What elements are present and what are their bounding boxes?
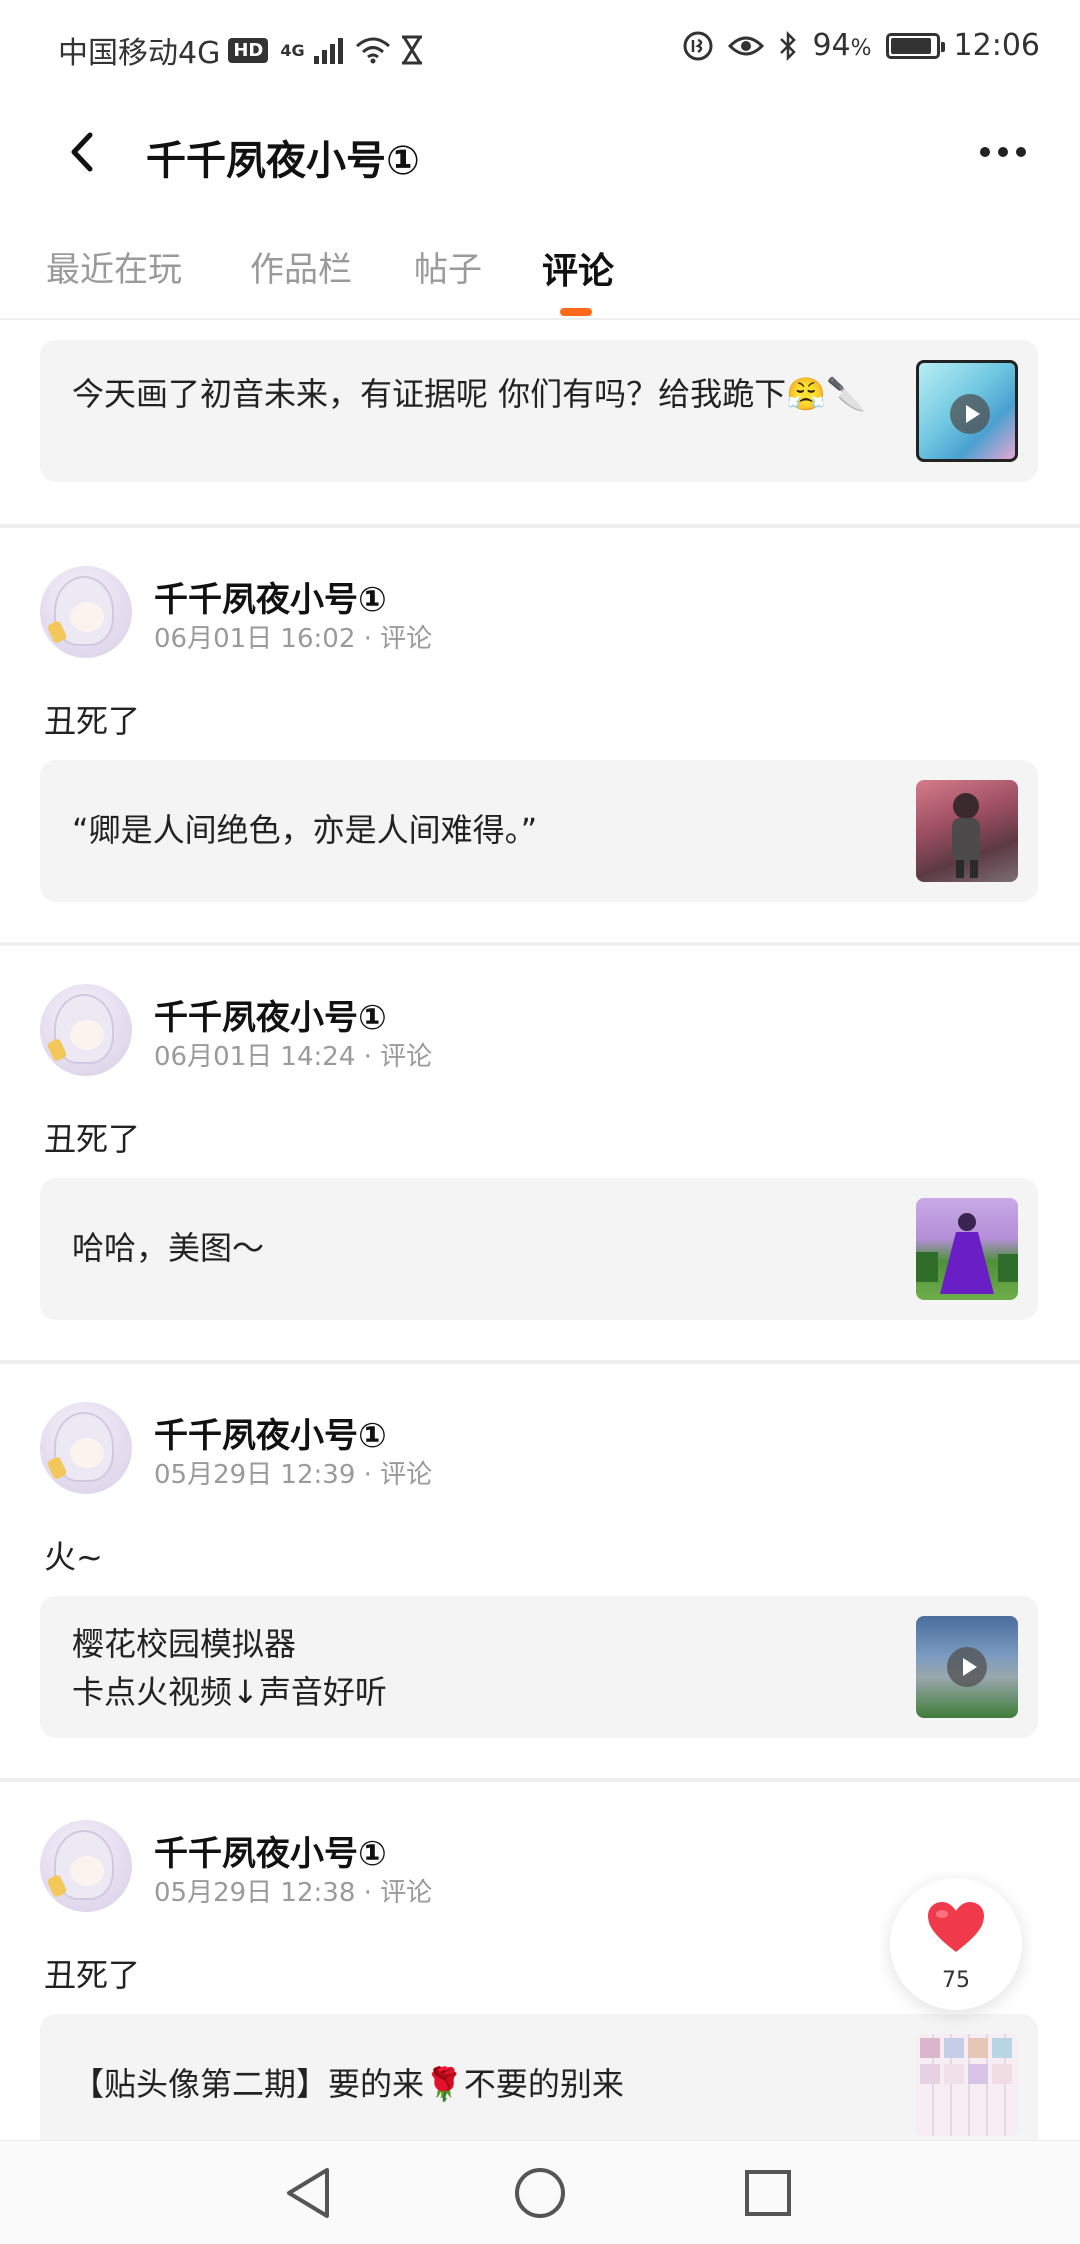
avatar[interactable] <box>40 566 132 658</box>
avatar[interactable] <box>40 1402 132 1494</box>
author-name[interactable]: 千千夙夜小号① <box>154 572 387 621</box>
quoted-post-line: 卡点火视频↓声音好听 <box>72 1673 387 1711</box>
page-title: 千千夙夜小号① <box>146 138 420 184</box>
square-recents-icon <box>745 2170 791 2216</box>
triangle-back-icon <box>287 2168 329 2218</box>
comment-feed: 今天画了初音未来，有证据呢 你们有吗？给我跪下😤🔪 千千夙夜小号① 06月01日… <box>0 320 1080 2140</box>
video-thumbnail[interactable] <box>916 1616 1018 1718</box>
divider <box>0 1778 1080 1782</box>
status-bar-left: 中国移动4G HD 4G <box>58 28 425 72</box>
video-thumbnail[interactable] <box>916 360 1018 462</box>
comment-text: 丑死了 <box>44 1956 141 1994</box>
quoted-post-text: 【贴头像第二期】要的来🌹不要的别来 <box>72 2065 624 2103</box>
more-dot-icon <box>1016 147 1026 157</box>
character-figure-icon <box>952 793 980 878</box>
avatar-grid-icon <box>920 2038 1012 2084</box>
quoted-post-text: “卿是人间绝色，亦是人间难得。” <box>72 811 538 849</box>
back-button[interactable] <box>52 122 112 182</box>
comment-meta: 06月01日 14:24 · 评论 <box>154 1042 433 1072</box>
data-saver-icon <box>683 31 713 60</box>
comment-item: 千千夙夜小号① 06月01日 14:24 · 评论 丑死了 哈哈，美图～ <box>0 984 1080 1354</box>
play-icon <box>947 1647 987 1687</box>
quoted-post-line: 樱花校园模拟器 <box>72 1625 297 1663</box>
divider <box>0 942 1080 946</box>
carrier-label: 中国移动4G <box>58 36 221 71</box>
tab-posts[interactable]: 帖子 <box>414 242 482 291</box>
tab-indicator <box>560 308 592 316</box>
quoted-post-card[interactable]: 【贴头像第二期】要的来🌹不要的别来 <box>40 2014 1038 2140</box>
bluetooth-icon <box>780 30 797 61</box>
hourglass-icon <box>401 35 422 65</box>
tab-works[interactable]: 作品栏 <box>250 242 352 291</box>
comment-text: 丑死了 <box>44 702 141 740</box>
header: 千千夙夜小号① <box>0 100 1080 210</box>
nav-recents-button[interactable] <box>738 2163 798 2223</box>
comment-text: 火~ <box>44 1538 103 1576</box>
more-dot-icon <box>980 147 990 157</box>
comment-meta: 05月29日 12:39 · 评论 <box>154 1460 433 1490</box>
play-icon <box>950 394 990 434</box>
quoted-post-text: 樱花校园模拟器 卡点火视频↓声音好听 <box>72 1620 912 1716</box>
avatar[interactable] <box>40 984 132 1076</box>
status-bar-right: 94% 12:06 <box>682 28 1040 63</box>
hd-badge: HD <box>228 37 269 63</box>
image-thumbnail[interactable] <box>916 2034 1018 2136</box>
battery-icon <box>885 32 945 59</box>
eye-icon <box>728 36 765 55</box>
quoted-post-card[interactable]: “卿是人间绝色，亦是人间难得。” <box>40 760 1038 902</box>
like-button[interactable]: 75 <box>890 1878 1022 2010</box>
back-arrow-icon <box>71 132 93 172</box>
author-name[interactable]: 千千夙夜小号① <box>154 1826 387 1875</box>
divider <box>0 524 1080 528</box>
avatar[interactable] <box>40 1820 132 1912</box>
like-count: 75 <box>942 1968 970 1993</box>
quoted-post-card[interactable]: 哈哈，美图～ <box>40 1178 1038 1320</box>
signal-icon <box>313 38 343 64</box>
comment-meta: 06月01日 16:02 · 评论 <box>154 624 433 654</box>
network-type: 4G <box>280 40 305 60</box>
more-dot-icon <box>998 147 1008 157</box>
quoted-post-card[interactable]: 今天画了初音未来，有证据呢 你们有吗？给我跪下😤🔪 <box>40 340 1038 482</box>
tab-recent-play[interactable]: 最近在玩 <box>46 242 182 291</box>
quoted-post-text: 今天画了初音未来，有证据呢 你们有吗？给我跪下😤🔪 <box>72 375 866 413</box>
status-bar: 中国移动4G HD 4G 94% 12:06 <box>0 0 1080 100</box>
character-figure-icon <box>916 1213 1018 1294</box>
divider <box>0 1360 1080 1364</box>
comment-item: 千千夙夜小号① 05月29日 12:39 · 评论 火~ 樱花校园模拟器 卡点火… <box>0 1402 1080 1772</box>
circle-home-icon <box>515 2168 565 2218</box>
quoted-post-card[interactable]: 樱花校园模拟器 卡点火视频↓声音好听 <box>40 1596 1038 1738</box>
clock: 12:06 <box>953 28 1040 63</box>
system-nav-bar <box>0 2140 1080 2244</box>
comment-item: 千千夙夜小号① 06月01日 16:02 · 评论 丑死了 “卿是人间绝色，亦是… <box>0 566 1080 936</box>
tab-bar: 最近在玩 作品栏 帖子 评论 <box>0 230 1080 320</box>
wifi-icon <box>355 37 390 64</box>
comment-text: 丑死了 <box>44 1120 141 1158</box>
battery-percent: 94% <box>812 28 872 63</box>
image-thumbnail[interactable] <box>916 1198 1018 1300</box>
more-options-button[interactable] <box>968 122 1038 182</box>
author-name[interactable]: 千千夙夜小号① <box>154 990 387 1039</box>
nav-back-button[interactable] <box>278 2163 338 2223</box>
comment-meta: 05月29日 12:38 · 评论 <box>154 1878 433 1908</box>
nav-home-button[interactable] <box>510 2163 570 2223</box>
quoted-post-text: 哈哈，美图～ <box>72 1229 265 1267</box>
heart-icon <box>928 1902 984 1952</box>
author-name[interactable]: 千千夙夜小号① <box>154 1408 387 1457</box>
tab-comments[interactable]: 评论 <box>542 242 614 294</box>
image-thumbnail[interactable] <box>916 780 1018 882</box>
